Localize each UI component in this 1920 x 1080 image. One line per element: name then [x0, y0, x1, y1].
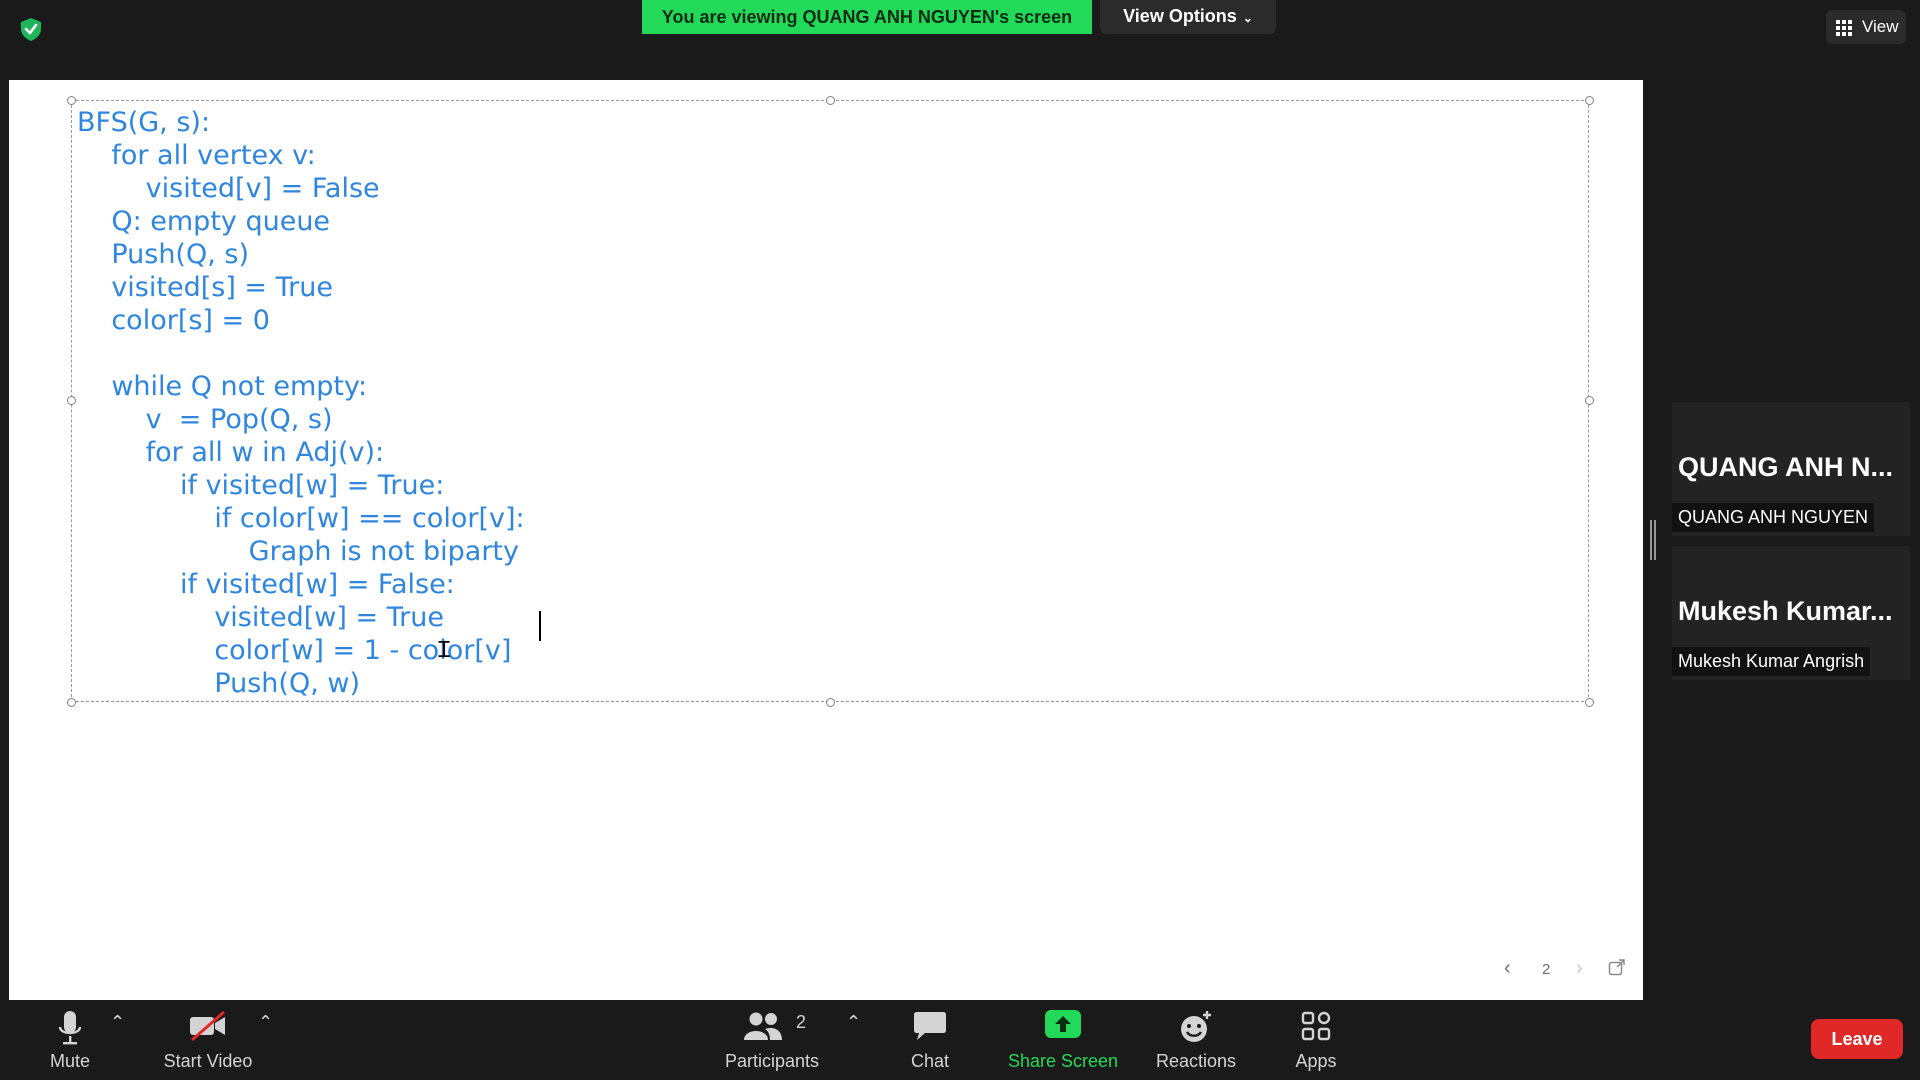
video-off-icon — [190, 1010, 225, 1042]
participants-label: Participants — [724, 1051, 820, 1071]
chat-icon — [914, 1012, 946, 1040]
next-page-icon[interactable]: › — [1576, 957, 1583, 980]
resize-handle-middle-right[interactable] — [1585, 396, 1594, 405]
panel-resize-grip[interactable] — [1650, 520, 1656, 560]
code-line: visited[w] = True — [77, 602, 444, 633]
previous-page-icon[interactable]: ‹ — [1504, 957, 1511, 980]
resize-handle-top-left[interactable] — [67, 96, 76, 105]
reactions-label: Reactions — [1155, 1051, 1237, 1071]
apps-button[interactable]: Apps — [1276, 1000, 1356, 1080]
share-screen-label: Share Screen — [1007, 1051, 1119, 1071]
view-button[interactable]: View — [1826, 10, 1906, 44]
viewing-banner: You are viewing QUANG ANH NGUYEN's scree… — [642, 0, 1092, 34]
mute-label: Mute — [49, 1051, 91, 1071]
security-shield-icon[interactable] — [18, 16, 44, 42]
code-line: visited[s] = True — [77, 272, 333, 303]
apps-icon — [1301, 1011, 1331, 1041]
mute-button[interactable]: Mute — [30, 1000, 110, 1080]
view-options-label: View Options — [1123, 6, 1237, 26]
share-screen-button[interactable]: Share Screen — [1000, 1000, 1126, 1080]
resize-handle-middle-left[interactable] — [67, 396, 76, 405]
code-line: Push(Q, w) — [77, 668, 360, 699]
microphone-icon — [58, 1011, 82, 1045]
pseudocode-text[interactable]: BFS(G, s): for all vertex v: visited[v] … — [77, 106, 525, 700]
code-line: if visited[w] = True: — [77, 470, 445, 501]
chat-button[interactable]: Chat — [890, 1000, 970, 1080]
start-video-label: Start Video — [163, 1051, 253, 1071]
chevron-down-icon: ⌄ — [1242, 11, 1253, 25]
code-line: for all vertex v: — [77, 140, 316, 171]
code-line: visited[v] = False — [77, 173, 380, 204]
resize-handle-bottom-middle[interactable] — [826, 698, 835, 707]
share-screen-icon — [1045, 1010, 1081, 1038]
chat-label: Chat — [910, 1051, 950, 1071]
view-label: View — [1862, 17, 1899, 36]
apps-label: Apps — [1295, 1051, 1337, 1071]
code-line: Q: empty queue — [77, 206, 331, 237]
audio-options-chevron-up-icon[interactable]: ⌃ — [110, 1012, 125, 1033]
participants-options-chevron-up-icon[interactable]: ⌃ — [846, 1012, 861, 1033]
top-bar: You are viewing QUANG ANH NGUYEN's scree… — [0, 0, 1920, 78]
resize-handle-bottom-left[interactable] — [67, 698, 76, 707]
expand-icon[interactable] — [1608, 958, 1626, 980]
participant-tile[interactable]: QUANG ANH N... QUANG ANH NGUYEN — [1672, 402, 1910, 536]
page-number: 2 — [1542, 961, 1551, 978]
participants-count: 2 — [796, 1012, 807, 1032]
code-line: if color[w] == color[v]: — [77, 503, 525, 534]
code-line: color[w] = 1 - color[v] — [77, 635, 512, 666]
code-line: Graph is not biparty — [77, 536, 519, 567]
code-line: v = Pop(Q, s) — [77, 404, 333, 435]
reactions-icon — [1181, 1011, 1211, 1042]
code-line: while Q not empty: — [77, 371, 368, 402]
video-options-chevron-up-icon[interactable]: ⌃ — [258, 1012, 273, 1033]
view-options-button[interactable]: View Options ⌄ — [1100, 0, 1276, 34]
participants-icon — [744, 1012, 782, 1040]
page-navigator: ‹ 2 › — [1504, 955, 1634, 983]
participants-button[interactable]: Participants — [712, 1000, 832, 1080]
resize-handle-top-middle[interactable] — [826, 96, 835, 105]
resize-handle-bottom-right[interactable] — [1585, 698, 1594, 707]
participant-name-label: QUANG ANH NGUYEN — [1672, 503, 1875, 532]
shared-screen[interactable]: BFS(G, s): for all vertex v: visited[v] … — [9, 80, 1643, 1000]
code-line: for all w in Adj(v): — [77, 437, 385, 468]
resize-handle-top-right[interactable] — [1585, 96, 1594, 105]
code-line: color[s] = 0 — [77, 305, 270, 336]
leave-button[interactable]: Leave — [1811, 1019, 1903, 1059]
code-line: Push(Q, s) — [77, 239, 249, 270]
code-line: BFS(G, s): — [77, 107, 211, 138]
participant-display-name: Mukesh Kumar... — [1678, 596, 1893, 626]
participant-tile[interactable]: Mukesh Kumar... Mukesh Kumar Angrish — [1672, 546, 1910, 680]
meeting-toolbar: Mute ⌃ Start Video ⌃ Participants 2 ⌃ Ch… — [0, 1000, 1920, 1080]
start-video-button[interactable]: Start Video — [150, 1000, 266, 1080]
text-caret — [539, 611, 541, 641]
participant-display-name: QUANG ANH N... — [1678, 452, 1893, 482]
reactions-button[interactable]: Reactions — [1146, 1000, 1246, 1080]
text-cursor-icon: Ｉ — [433, 637, 456, 662]
code-line: if visited[w] = False: — [77, 569, 455, 600]
participant-name-label: Mukesh Kumar Angrish — [1672, 647, 1871, 676]
grid-icon — [1836, 20, 1852, 36]
